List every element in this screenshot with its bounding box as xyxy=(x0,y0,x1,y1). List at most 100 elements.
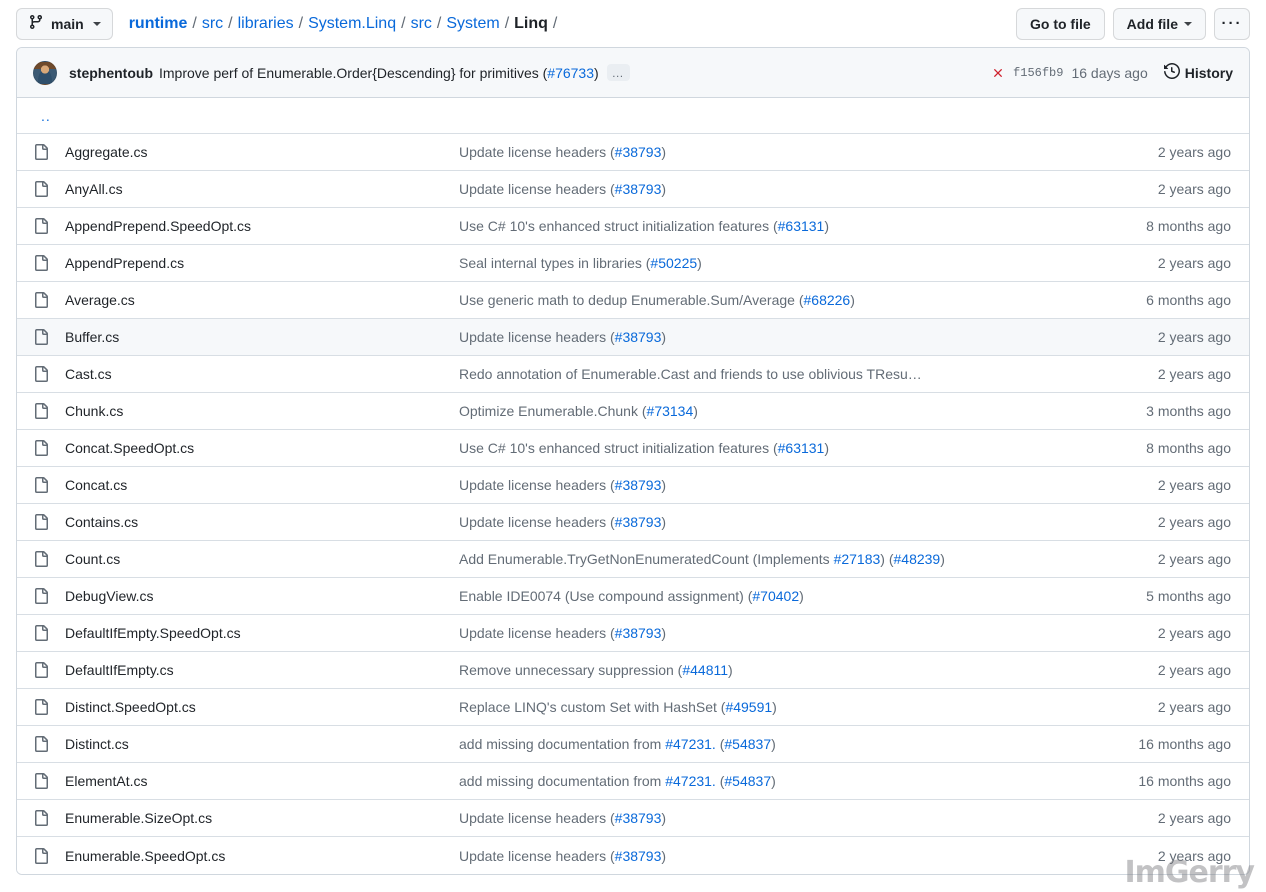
commit-pr-link[interactable]: #70402 xyxy=(752,588,799,604)
commit-pr-link[interactable]: #38793 xyxy=(615,514,662,530)
file-name-link[interactable]: Concat.cs xyxy=(65,477,127,493)
file-name-link[interactable]: Enumerable.SizeOpt.cs xyxy=(65,810,212,826)
table-row[interactable]: Aggregate.cs Update license headers (#387… xyxy=(17,134,1249,171)
parent-directory-row[interactable]: .. xyxy=(17,98,1249,134)
history-link[interactable]: History xyxy=(1164,63,1233,82)
file-name-link[interactable]: Distinct.SpeedOpt.cs xyxy=(65,699,196,715)
table-row[interactable]: Concat.SpeedOpt.cs Use C# 10's enhanced s… xyxy=(17,430,1249,467)
commit-pr-link[interactable]: #38793 xyxy=(615,477,662,493)
table-row[interactable]: Cast.cs Redo annotation of Enumerable.Cas… xyxy=(17,356,1249,393)
table-row[interactable]: Chunk.cs Optimize Enumerable.Chunk (#7313… xyxy=(17,393,1249,430)
commit-pr-link[interactable]: #63131 xyxy=(778,440,825,456)
table-row[interactable]: Average.cs Use generic math to dedup Enum… xyxy=(17,282,1249,319)
file-name-link[interactable]: ElementAt.cs xyxy=(65,773,147,789)
file-name-link[interactable]: Aggregate.cs xyxy=(65,144,148,160)
table-row[interactable]: Enumerable.SpeedOpt.cs Update license hea… xyxy=(17,837,1249,874)
commit-message-cell[interactable]: Update license headers (#38793) xyxy=(459,514,1083,530)
table-row[interactable]: DefaultIfEmpty.SpeedOpt.cs Update license… xyxy=(17,615,1249,652)
table-row[interactable]: Concat.cs Update license headers (#38793)… xyxy=(17,467,1249,504)
commit-message-cell[interactable]: Replace LINQ's custom Set with HashSet (… xyxy=(459,699,1083,715)
file-name-link[interactable]: Enumerable.SpeedOpt.cs xyxy=(65,848,225,864)
file-name-link[interactable]: Chunk.cs xyxy=(65,403,123,419)
commit-pr-link[interactable]: #38793 xyxy=(615,848,662,864)
commit-message-cell[interactable]: Enable IDE0074 (Use compound assignment)… xyxy=(459,588,1083,604)
file-name-link[interactable]: DefaultIfEmpty.SpeedOpt.cs xyxy=(65,625,241,641)
table-row[interactable]: Distinct.SpeedOpt.cs Replace LINQ's custo… xyxy=(17,689,1249,726)
table-row[interactable]: DefaultIfEmpty.cs Remove unnecessary supp… xyxy=(17,652,1249,689)
commit-message-cell[interactable]: Update license headers (#38793) xyxy=(459,181,1083,197)
commit-message-cell[interactable]: Update license headers (#38793) xyxy=(459,144,1083,160)
commit-pr-link[interactable]: #50225 xyxy=(650,255,697,271)
commit-message-cell[interactable]: Redo annotation of Enumerable.Cast and f… xyxy=(459,366,1083,382)
commit-message-cell[interactable]: Update license headers (#38793) xyxy=(459,625,1083,641)
commit-message-cell[interactable]: Use C# 10's enhanced struct initializati… xyxy=(459,218,1083,234)
branch-selector-button[interactable]: main xyxy=(16,8,113,40)
file-name-link[interactable]: Average.cs xyxy=(65,292,135,308)
table-row[interactable]: Count.cs Add Enumerable.TryGetNonEnumerat… xyxy=(17,541,1249,578)
commit-message-cell[interactable]: Update license headers (#38793) xyxy=(459,329,1083,345)
file-name-link[interactable]: Cast.cs xyxy=(65,366,112,382)
commit-message-cell[interactable]: add missing documentation from #47231. (… xyxy=(459,773,1083,789)
table-row[interactable]: AppendPrepend.SpeedOpt.cs Use C# 10's enh… xyxy=(17,208,1249,245)
commit-sha[interactable]: f156fb9 xyxy=(1013,66,1063,80)
file-name-link[interactable]: AppendPrepend.SpeedOpt.cs xyxy=(65,218,251,234)
commit-message-cell[interactable]: Optimize Enumerable.Chunk (#73134) xyxy=(459,403,1083,419)
table-row[interactable]: AnyAll.cs Update license headers (#38793)… xyxy=(17,171,1249,208)
commit-message-cell[interactable]: add missing documentation from #47231. (… xyxy=(459,736,1083,752)
file-name-link[interactable]: Contains.cs xyxy=(65,514,138,530)
commit-pr-link[interactable]: #38793 xyxy=(615,625,662,641)
commit-message-cell[interactable]: Remove unnecessary suppression (#44811) xyxy=(459,662,1083,678)
table-row[interactable]: Distinct.cs add missing documentation fro… xyxy=(17,726,1249,763)
commit-message-cell[interactable]: Seal internal types in libraries (#50225… xyxy=(459,255,1083,271)
commit-message-cell[interactable]: Use generic math to dedup Enumerable.Sum… xyxy=(459,292,1083,308)
x-failed-icon[interactable] xyxy=(991,66,1005,80)
file-name-link[interactable]: Distinct.cs xyxy=(65,736,129,752)
commit-pr-link[interactable]: #47231. xyxy=(665,773,716,789)
commit-message[interactable]: Improve perf of Enumerable.Order{Descend… xyxy=(159,65,599,81)
commit-pr-link[interactable]: #49591 xyxy=(725,699,772,715)
commit-pr-link[interactable]: #38793 xyxy=(615,329,662,345)
commit-pr-link[interactable]: #73134 xyxy=(647,403,694,419)
file-name-link[interactable]: DefaultIfEmpty.cs xyxy=(65,662,174,678)
file-name-link[interactable]: AppendPrepend.cs xyxy=(65,255,184,271)
commit-pr-link-secondary[interactable]: #54837 xyxy=(724,773,771,789)
table-row[interactable]: Enumerable.SizeOpt.cs Update license head… xyxy=(17,800,1249,837)
commit-pr-link[interactable]: #68226 xyxy=(804,292,851,308)
commit-pr-link[interactable]: #27183 xyxy=(834,551,881,567)
commit-pr-link[interactable]: #63131 xyxy=(778,218,825,234)
file-name-link[interactable]: AnyAll.cs xyxy=(65,181,123,197)
commit-pr-link-secondary[interactable]: #54837 xyxy=(724,736,771,752)
commit-pr-link[interactable]: #38793 xyxy=(615,144,662,160)
breadcrumb-item-libraries[interactable]: libraries xyxy=(238,15,294,33)
breadcrumb-item-src[interactable]: src xyxy=(411,15,432,33)
more-options-button[interactable]: ··· xyxy=(1214,8,1250,40)
commit-message-cell[interactable]: Update license headers (#38793) xyxy=(459,810,1083,826)
breadcrumb-item-system-linq[interactable]: System.Linq xyxy=(308,15,396,33)
commit-pr-link[interactable]: #44811 xyxy=(682,662,728,678)
expand-commit-message-button[interactable]: … xyxy=(607,64,630,81)
commit-message-cell[interactable]: Update license headers (#38793) xyxy=(459,848,1083,864)
commit-pr-link[interactable]: #38793 xyxy=(615,810,662,826)
breadcrumb-item-src[interactable]: src xyxy=(202,15,223,33)
commit-message-cell[interactable]: Update license headers (#38793) xyxy=(459,477,1083,493)
commit-author-link[interactable]: stephentoub xyxy=(69,65,153,81)
commit-pr-link-secondary[interactable]: #48239 xyxy=(894,551,941,567)
commit-pr-link[interactable]: #38793 xyxy=(615,181,662,197)
table-row[interactable]: Buffer.csUpdate license headers (#38793)… xyxy=(17,319,1249,356)
add-file-button[interactable]: Add file xyxy=(1113,8,1206,40)
file-name-link[interactable]: Concat.SpeedOpt.cs xyxy=(65,440,194,456)
commit-pr-link[interactable]: #47231. xyxy=(665,736,716,752)
table-row[interactable]: ElementAt.cs add missing documentation fr… xyxy=(17,763,1249,800)
commit-message-cell[interactable]: Add Enumerable.TryGetNonEnumeratedCount … xyxy=(459,551,1083,567)
file-name-link[interactable]: DebugView.cs xyxy=(65,588,153,604)
table-row[interactable]: DebugView.cs Enable IDE0074 (Use compound… xyxy=(17,578,1249,615)
breadcrumb-item-runtime[interactable]: runtime xyxy=(129,15,188,33)
file-name-link[interactable]: Count.cs xyxy=(65,551,120,567)
commit-pr-link[interactable]: #76733 xyxy=(547,65,594,81)
table-row[interactable]: Contains.cs Update license headers (#3879… xyxy=(17,504,1249,541)
parent-directory-link[interactable]: .. xyxy=(33,108,51,124)
commit-message-cell[interactable]: Use C# 10's enhanced struct initializati… xyxy=(459,440,1083,456)
breadcrumb-item-system[interactable]: System xyxy=(446,15,499,33)
go-to-file-button[interactable]: Go to file xyxy=(1016,8,1105,40)
table-row[interactable]: AppendPrepend.cs Seal internal types in l… xyxy=(17,245,1249,282)
